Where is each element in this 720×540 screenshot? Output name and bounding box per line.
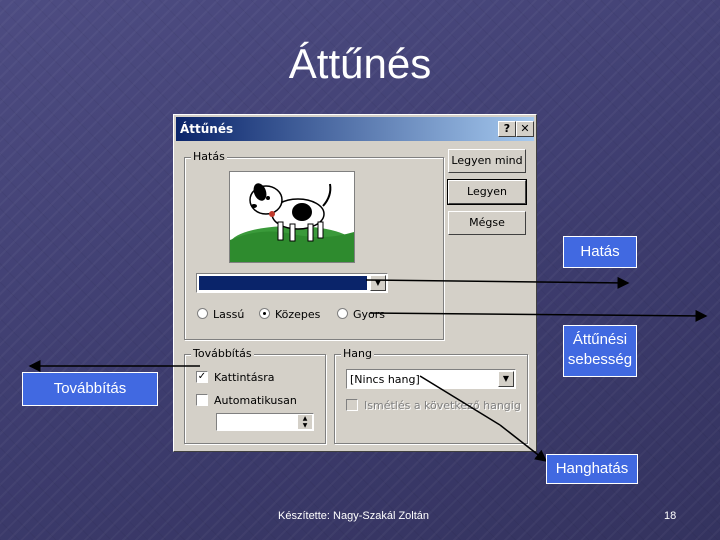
page-number: 18: [664, 510, 677, 522]
sound-callout-line: [419, 375, 501, 426]
advance-callout: Továbbítás: [22, 372, 158, 406]
speed-callout-arrow: [369, 309, 708, 322]
sound-callout-arrow: [499, 424, 548, 462]
sound-callout: Hanghatás: [546, 454, 638, 484]
footer-author: Készítette: Nagy-Szakál Zoltán: [278, 510, 430, 522]
speed-callout: Áttűnési sebesség: [563, 325, 637, 377]
effect-callout: Hatás: [563, 236, 637, 268]
effect-callout-arrow: [365, 276, 630, 289]
